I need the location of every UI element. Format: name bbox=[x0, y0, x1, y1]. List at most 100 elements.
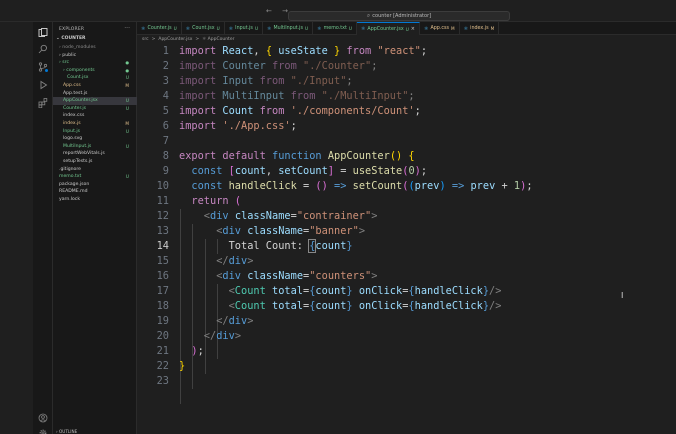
tree-item[interactable]: package.json bbox=[53, 181, 137, 189]
line-number: 14 bbox=[156, 240, 169, 252]
file-tree: › node_modules › public › src ● › components… bbox=[53, 44, 137, 203]
tree-item-label: AppCounter.jsx bbox=[63, 98, 98, 104]
editor-tab[interactable]: ⚛ index.js M bbox=[460, 22, 500, 35]
tree-item-label: index.css bbox=[63, 113, 85, 119]
tree-item[interactable]: .gitignore bbox=[53, 166, 137, 174]
code-line: 21 ); bbox=[137, 344, 676, 359]
code-text: const [count, setCount] = useState(0); bbox=[179, 165, 428, 177]
workspace-root[interactable]: ⌄ COUNTER bbox=[56, 36, 86, 41]
tree-item[interactable]: App.css M bbox=[53, 82, 137, 90]
code-text: const handleClick = () => setCount((prev… bbox=[179, 180, 533, 192]
code-text: ); bbox=[179, 345, 204, 357]
tree-item[interactable]: MultiInput.js U bbox=[53, 143, 137, 151]
code-editor[interactable]: 1 import React, { useState } from "react"… bbox=[137, 44, 676, 434]
code-text: <div className="counters"> bbox=[179, 270, 378, 282]
settings-gear-icon[interactable] bbox=[36, 426, 50, 434]
line-number: 3 bbox=[162, 75, 169, 87]
tree-item-label: MultiInput.js bbox=[63, 143, 92, 149]
tab-label: index.js bbox=[470, 26, 489, 31]
tree-item[interactable]: App.test.js bbox=[53, 90, 137, 98]
breadcrumb-separator: > bbox=[195, 37, 200, 42]
code-line: 11 return ( bbox=[137, 194, 676, 209]
code-line: 8 export default function AppCounter() { bbox=[137, 149, 676, 164]
tree-item[interactable]: Count.jsx U bbox=[53, 74, 137, 82]
react-file-icon: ⚛ bbox=[228, 25, 234, 32]
code-line: 6 import './App.css'; bbox=[137, 119, 676, 134]
line-number: 21 bbox=[156, 345, 169, 357]
git-status-badge: U bbox=[125, 105, 129, 111]
tree-item[interactable]: reportWebVitals.js bbox=[53, 150, 137, 158]
tree-item-label: Input.js bbox=[63, 128, 81, 134]
command-center-label: counter [Administrator] bbox=[372, 13, 432, 19]
code-line: 20 </div> bbox=[137, 329, 676, 344]
editor-tab[interactable]: ⚛ AppCounter.jsx U × bbox=[356, 22, 420, 35]
mouse-cursor-icon: I bbox=[621, 291, 624, 300]
editor-tab[interactable]: ⚛ Input.js U bbox=[225, 22, 264, 35]
tab-status-badge: M bbox=[451, 26, 455, 31]
run-debug-icon[interactable] bbox=[36, 78, 50, 92]
code-line: 19 </div> bbox=[137, 314, 676, 329]
breadcrumb: src > AppCounter.jsx > ⚛ AppCounter bbox=[142, 37, 234, 44]
tab-status-badge: U bbox=[254, 26, 259, 31]
tree-item[interactable]: memo.txt U bbox=[53, 173, 137, 181]
line-number: 9 bbox=[162, 165, 169, 177]
tree-item[interactable]: › node_modules bbox=[53, 44, 137, 52]
editor-tab[interactable]: ⚛ App.css M bbox=[420, 22, 460, 35]
react-file-icon: ⚛ bbox=[463, 25, 469, 32]
tree-item[interactable]: yarn.lock bbox=[53, 196, 137, 204]
code-text: <div className="banner"> bbox=[179, 225, 366, 237]
tree-item[interactable]: setupTests.js bbox=[53, 158, 137, 166]
tab-label: Input.js bbox=[235, 26, 253, 31]
title-bar: ← → ⌕ counter [Administrator] bbox=[0, 0, 676, 22]
code-line: 13 <div className="banner"> bbox=[137, 224, 676, 239]
search-icon[interactable] bbox=[36, 42, 50, 56]
line-number: 1 bbox=[162, 45, 169, 57]
tree-item[interactable]: Input.js U bbox=[53, 128, 137, 136]
more-actions-icon[interactable]: ··· bbox=[124, 25, 130, 32]
line-number: 8 bbox=[162, 150, 169, 162]
line-number: 6 bbox=[162, 120, 169, 132]
tab-status-badge: U bbox=[173, 26, 177, 31]
code-text: import MultiInput from "./MultiInput"; bbox=[179, 90, 415, 102]
git-status-badge: U bbox=[125, 143, 129, 149]
line-number: 10 bbox=[156, 180, 169, 192]
source-control-icon[interactable] bbox=[36, 60, 50, 74]
git-status-badge: U bbox=[125, 128, 129, 134]
breadcrumb-item[interactable]: AppCounter.jsx bbox=[158, 37, 192, 44]
editor-tab[interactable]: ⚛ Count.jsx U bbox=[182, 22, 225, 35]
tree-item-label: yarn.lock bbox=[59, 196, 80, 202]
breadcrumb-item[interactable]: src bbox=[142, 37, 149, 44]
line-number: 17 bbox=[156, 285, 169, 297]
breadcrumb-item[interactable]: ⚛ AppCounter bbox=[202, 37, 234, 44]
tree-item-label: .gitignore bbox=[59, 166, 81, 172]
code-line: 12 <div className="contrainer"> bbox=[137, 209, 676, 224]
tree-item[interactable]: AppCounter.jsx U bbox=[53, 97, 137, 105]
account-icon[interactable] bbox=[36, 411, 50, 425]
editor-tab[interactable]: ⚛ Counter.js U bbox=[137, 22, 182, 35]
extensions-icon[interactable] bbox=[36, 96, 50, 110]
code-text: </div> bbox=[179, 315, 254, 327]
close-tab-icon[interactable]: × bbox=[411, 26, 415, 32]
line-number: 18 bbox=[156, 300, 169, 312]
editor-tab[interactable]: ⚛ MultiInput.js U bbox=[263, 22, 314, 35]
git-status-badge: ● bbox=[125, 67, 129, 73]
tree-item[interactable]: logo.svg bbox=[53, 135, 137, 143]
tree-item[interactable]: Counter.js U bbox=[53, 105, 137, 113]
code-text: <Count total={count} onClick={handleClic… bbox=[179, 285, 502, 297]
tree-item[interactable]: README.md bbox=[53, 188, 137, 196]
tree-item[interactable]: › components ● bbox=[53, 67, 137, 75]
tree-item[interactable]: index.css bbox=[53, 112, 137, 120]
breadcrumb-separator: > bbox=[151, 37, 156, 42]
tree-item[interactable]: › public bbox=[53, 52, 137, 60]
code-line: 15 </div> bbox=[137, 254, 676, 269]
code-text: </div> bbox=[179, 255, 254, 267]
tree-item[interactable]: › src ● bbox=[53, 59, 137, 67]
editor-tab[interactable]: ⚛ memo.txt U bbox=[313, 22, 357, 35]
tree-item[interactable]: index.js M bbox=[53, 120, 137, 128]
line-number: 5 bbox=[162, 105, 169, 117]
outline-section[interactable]: › OUTLINE bbox=[56, 429, 77, 434]
command-center-search[interactable]: ⌕ counter [Administrator] bbox=[288, 11, 510, 21]
react-file-icon: ⚛ bbox=[424, 25, 429, 32]
git-status-badge: U bbox=[125, 174, 129, 180]
explorer-icon[interactable] bbox=[36, 26, 50, 40]
